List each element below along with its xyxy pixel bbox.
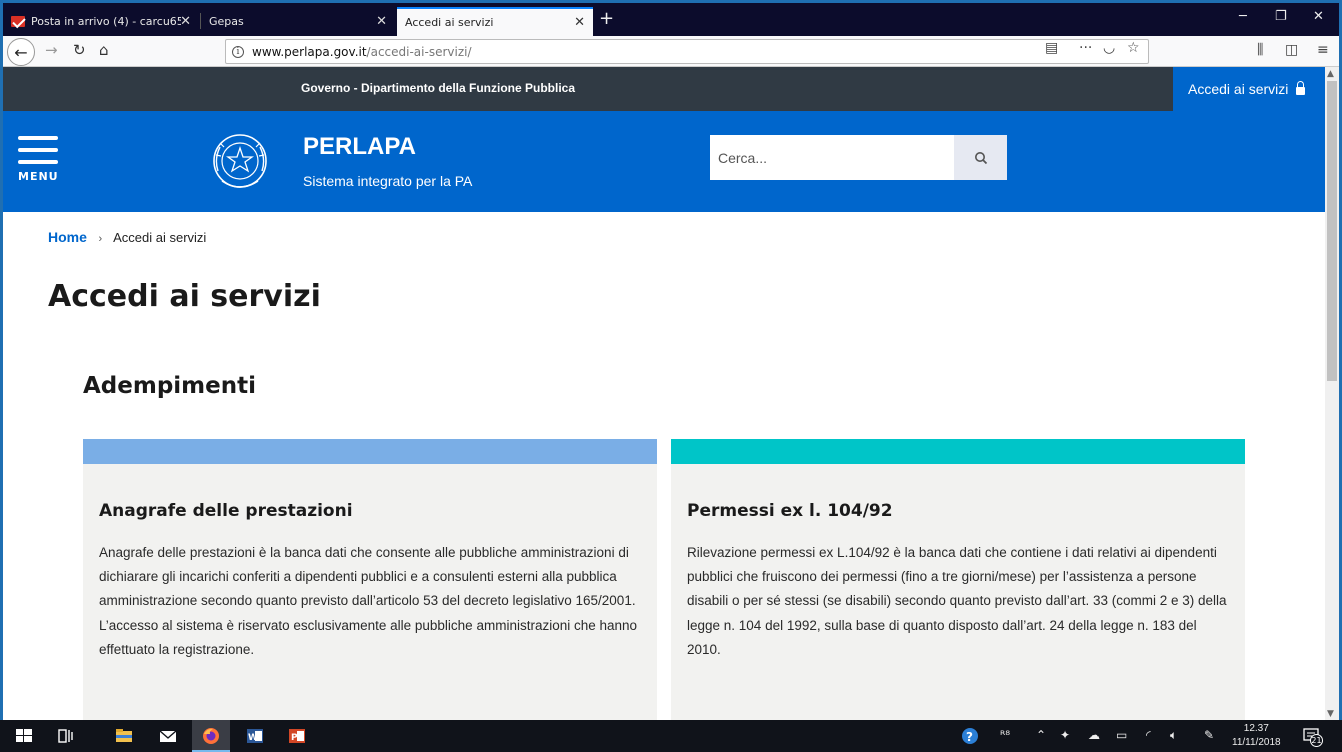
government-bar: Governo - Dipartimento della Funzione Pu… [3,67,1325,111]
tab-label: Posta in arrivo (4) - carcu65@g [31,15,181,28]
firefox-icon[interactable] [201,726,221,746]
tab-gepas[interactable]: Gepas ✕ [201,7,395,36]
battery-icon[interactable]: ▭ [1116,728,1127,742]
url-path: /accedi-ai-servizi/ [366,44,472,59]
mail-icon[interactable] [158,726,178,746]
brand-title[interactable]: PERLAPA [303,133,416,161]
volume-icon[interactable]: 🔈︎ [1170,728,1177,743]
web-page: Governo - Dipartimento della Funzione Pu… [3,67,1325,723]
powerpoint-icon[interactable]: P [287,726,307,746]
minimize-icon[interactable]: ─ [1239,9,1247,24]
library-icon[interactable]: ⫼ [1257,42,1263,58]
service-card-anagrafe[interactable]: Anagrafe delle prestazioni Anagrafe dell… [83,439,657,723]
reload-button[interactable]: ↻ [73,41,86,59]
navigation-toolbar: ← → ↻ ⌂ i www.perlapa.gov.it/accedi-ai-s… [3,36,1339,67]
login-label: Accedi ai servizi [1188,81,1289,97]
card-accent-bar [83,439,657,464]
search-icon [974,151,987,164]
clock-date: 11/11/2018 [1232,737,1281,748]
onedrive-icon[interactable]: ☁ [1088,728,1100,742]
breadcrumb-separator: › [98,233,103,245]
new-tab-button[interactable]: + [599,8,614,29]
search-box [710,135,1007,180]
service-card-permessi[interactable]: Permessi ex l. 104/92 Rilevazione permes… [671,439,1245,723]
dropbox-icon[interactable]: ✦ [1060,728,1070,742]
menu-label: MENU [18,170,59,183]
more-actions-icon[interactable]: ··· [1079,40,1092,56]
word-icon[interactable]: W [245,726,265,746]
svg-text:P: P [291,733,298,743]
svg-text:W: W [248,733,258,743]
close-icon[interactable]: ✕ [376,14,387,29]
section-title: Adempimenti [83,373,256,399]
page-title: Accedi ai servizi [48,279,321,314]
breadcrumb-current: Accedi ai servizi [113,230,207,245]
tab-accedi[interactable]: Accedi ai servizi ✕ [397,7,593,36]
brand-subtitle: Sistema integrato per la PA [303,173,473,189]
breadcrumb: Home › Accedi ai servizi [48,229,206,245]
card-description: Anagrafe delle prestazioni è la banca da… [99,545,638,657]
close-icon[interactable]: ✕ [574,15,585,30]
scroll-down-icon[interactable]: ▼ [1327,709,1334,719]
tab-mail[interactable]: Posta in arrivo (4) - carcu65@g ✕ [3,7,199,36]
lock-icon [1296,81,1306,95]
hamburger-line [18,148,58,152]
windows-taskbar: W P ? ᴿ⁸ ⌃ ✦ ☁ ▭ ◜ 🔈︎ ✎ 12.37 11/11/2018… [0,720,1342,752]
people-icon[interactable]: ᴿ⁸ [1000,728,1010,742]
hamburger-line [18,160,58,164]
close-icon[interactable]: ✕ [180,14,191,29]
pocket-icon[interactable]: ◡ [1103,40,1115,56]
breadcrumb-home-link[interactable]: Home [48,229,87,245]
forward-button[interactable]: → [45,41,58,59]
svg-text:?: ? [966,730,973,744]
pen-icon[interactable]: ✎ [1204,728,1214,742]
restore-icon[interactable]: ❐ [1275,9,1287,24]
sidebar-icon[interactable]: ◫ [1285,42,1298,58]
back-button[interactable]: ← [7,38,35,66]
menu-button[interactable]: MENU [18,136,60,183]
card-title[interactable]: Permessi ex l. 104/92 [687,501,893,521]
gmail-icon [11,16,25,27]
page-scrollbar[interactable]: ▲ ▼ [1325,67,1339,723]
italian-republic-emblem-icon[interactable] [210,131,270,195]
card-accent-bar [671,439,1245,464]
search-input[interactable] [710,135,954,180]
tab-label: Accedi ai servizi [405,16,494,29]
action-center-icon[interactable]: 21 [1302,726,1323,747]
browser-window: Posta in arrivo (4) - carcu65@g ✕ Gepas … [0,0,1342,752]
help-icon[interactable]: ? [960,726,980,746]
task-view-icon[interactable] [56,726,76,746]
chevron-up-icon[interactable]: ⌃ [1036,728,1046,742]
scroll-up-icon[interactable]: ▲ [1327,69,1334,79]
bookmark-star-icon[interactable]: ☆ [1127,40,1140,56]
windows-start-icon[interactable] [14,726,34,746]
search-button[interactable] [954,135,1007,180]
address-bar[interactable]: i www.perlapa.gov.it/accedi-ai-servizi/ [225,39,1149,64]
file-explorer-icon[interactable] [114,726,134,746]
system-clock[interactable]: 12.37 11/11/2018 [1232,722,1281,750]
card-description: Rilevazione permessi ex L.104/92 è la ba… [687,545,1227,657]
login-button[interactable]: Accedi ai servizi [1173,67,1325,111]
tab-bar: Posta in arrivo (4) - carcu65@g ✕ Gepas … [3,3,1339,36]
wifi-icon[interactable]: ◜ [1146,728,1151,742]
hamburger-icon [18,136,58,140]
home-button[interactable]: ⌂ [99,41,109,59]
close-window-icon[interactable]: ✕ [1313,9,1324,24]
scrollbar-thumb[interactable] [1327,81,1337,381]
url-host: www.perlapa.gov.it [252,44,367,59]
hamburger-menu-icon[interactable]: ≡ [1317,42,1329,58]
tab-label: Gepas [209,15,244,28]
card-title[interactable]: Anagrafe delle prestazioni [99,501,353,521]
site-header: MENU PERLAPA Sistema integrato per la PA [3,111,1325,212]
info-icon[interactable]: i [232,45,244,58]
reader-view-icon[interactable]: ▤ [1045,40,1058,56]
gov-title-link[interactable]: Governo - Dipartimento della Funzione Pu… [301,81,575,95]
notification-count: 21 [1310,734,1323,747]
clock-time: 12.37 [1243,723,1269,734]
